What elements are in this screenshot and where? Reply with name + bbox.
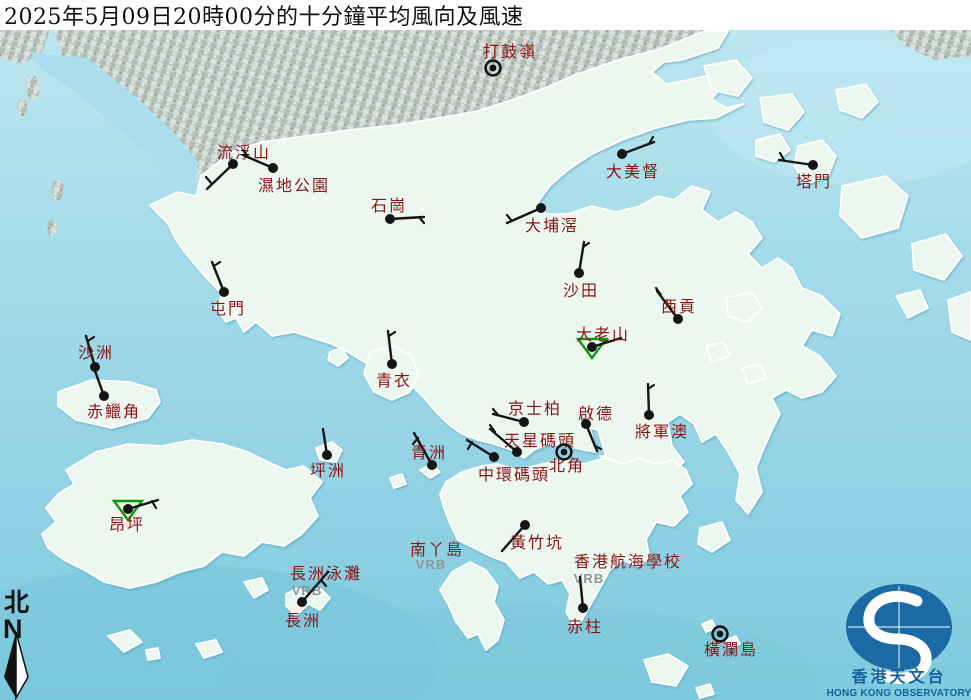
station-dot [322, 450, 332, 460]
station-dot [219, 287, 229, 297]
calm-dot-icon [490, 65, 497, 72]
station-dot [489, 452, 499, 462]
station-dot [617, 149, 627, 159]
station-dot [644, 410, 654, 420]
compass-n-label: N [3, 614, 23, 644]
hko-name-zh: 香港天文台 [850, 667, 946, 686]
station-label: 大老山 [576, 325, 630, 344]
title-bar: 2025年5月09日20時00分的十分鐘平均風向及風速 [0, 0, 971, 30]
hko-name-en: HONG KONG OBSERVATORY [827, 688, 971, 699]
station-label: 塔門 [796, 172, 832, 191]
station-dot [574, 268, 584, 278]
station-label: 中環碼頭 [478, 465, 550, 484]
vrb-label: VRB [574, 571, 604, 586]
station-dot [99, 391, 109, 401]
station-dot [578, 603, 588, 613]
station-dot [385, 214, 395, 224]
station-dot [123, 504, 133, 514]
station-label: 濕地公園 [258, 176, 330, 195]
station-label: 赤鱲角 [87, 402, 141, 421]
station-label: 長洲 [285, 611, 321, 630]
station-label: 北角 [549, 456, 585, 475]
station-label: 將軍澳 [635, 422, 689, 441]
wind-map-screenshot: 打鼓嶺流浮山濕地公園石崗大美督塔門大埔滘沙田西貢大老山沙洲赤鱲角屯門青衣坪洲青洲… [0, 0, 971, 700]
hong-kong-wind-map: 打鼓嶺流浮山濕地公園石崗大美督塔門大埔滘沙田西貢大老山沙洲赤鱲角屯門青衣坪洲青洲… [0, 0, 971, 700]
station-label: 西貢 [661, 297, 697, 316]
page-title: 2025年5月09日20時00分的十分鐘平均風向及風速 [0, 0, 523, 31]
station-label: 京士柏 [508, 399, 562, 418]
vrb-label: VRB [416, 557, 446, 572]
station-label: 石崗 [371, 196, 407, 215]
station-label: 黃竹坑 [510, 533, 564, 552]
station-label: 大美督 [606, 162, 660, 181]
station-label: 青衣 [376, 371, 412, 390]
calm-dot-icon [717, 631, 724, 638]
compass-hanzi-label: 北 [4, 588, 29, 617]
station-dot [268, 163, 278, 173]
station-label: 屯門 [210, 299, 246, 318]
station-label: 沙田 [563, 281, 599, 300]
station-label: 啟德 [578, 404, 614, 423]
station-dot [808, 160, 818, 170]
station-label: 橫瀾島 [704, 640, 758, 659]
station-label: 大埔滘 [525, 216, 579, 235]
station-dot [520, 520, 530, 530]
station-dot [297, 597, 307, 607]
station-label: 青洲 [411, 443, 447, 462]
station-label: 香港航海學校 [574, 552, 682, 571]
station-label: 昂坪 [109, 515, 145, 534]
station-label: 打鼓嶺 [483, 42, 537, 61]
station-dot [519, 417, 529, 427]
calm-dot-icon [561, 449, 568, 456]
station-label: 天星碼頭 [504, 431, 576, 450]
station-label: 坪洲 [310, 461, 346, 480]
station-label: 赤柱 [567, 617, 603, 636]
station-dot [387, 359, 397, 369]
station-dot [536, 203, 546, 213]
station-label: 沙洲 [78, 343, 114, 362]
